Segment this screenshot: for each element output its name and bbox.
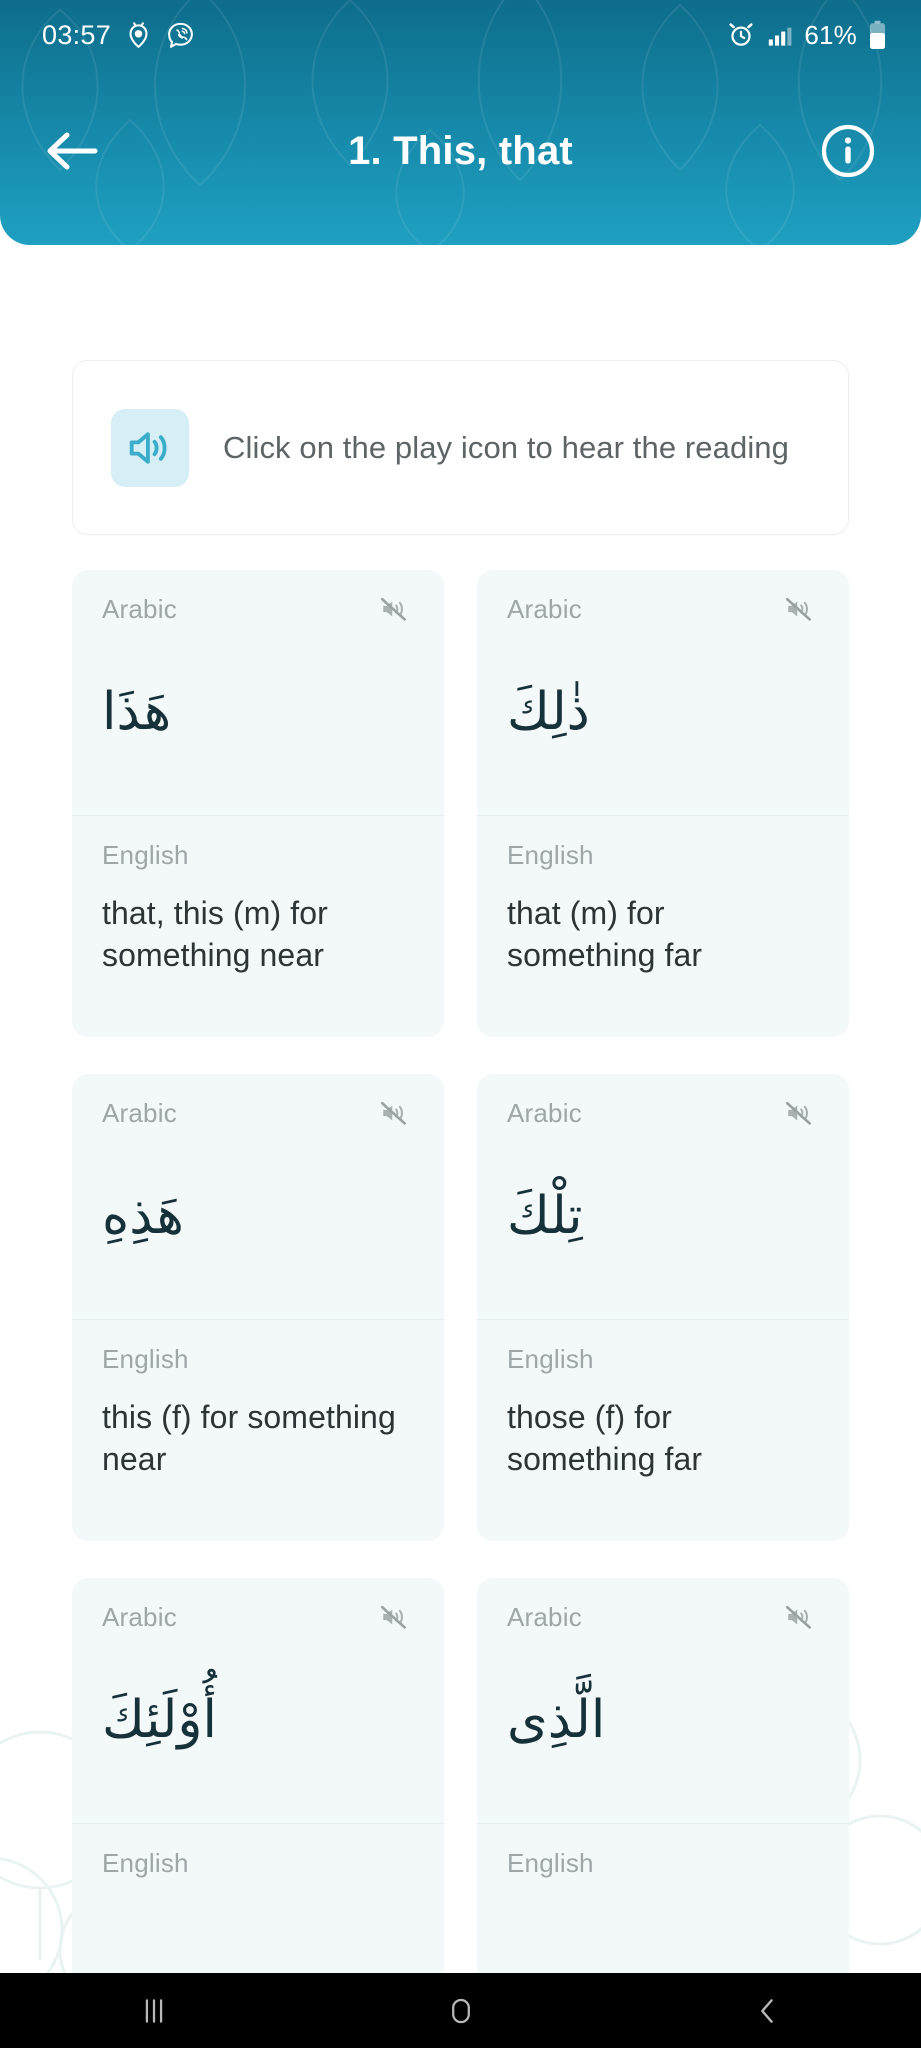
- speaker-muted-icon: [380, 597, 406, 621]
- english-word: this (f) for something near: [102, 1399, 396, 1477]
- card-arabic-header: Arabic: [507, 596, 819, 626]
- signal-bars-icon: [769, 27, 792, 46]
- alarm-clock-icon: [729, 23, 753, 46]
- arabic-word: الَّذِى: [507, 1690, 606, 1750]
- english-word: that, this (m) for something near: [102, 895, 328, 973]
- back-button[interactable]: [42, 120, 104, 182]
- hint-text: Click on the play icon to hear the readi…: [223, 429, 789, 465]
- word-card[interactable]: Arabic تِلْكَ English those (f) for some…: [477, 1074, 849, 1541]
- arabic-label: Arabic: [507, 594, 582, 624]
- app-bar: 1. This, that: [0, 105, 921, 197]
- back-button-nav[interactable]: [708, 1973, 828, 2048]
- card-english-section: English this (f) for something near: [72, 1319, 444, 1541]
- battery-percent-label: 61%: [804, 20, 857, 50]
- arabic-label: Arabic: [102, 1602, 177, 1632]
- arabic-label: Arabic: [102, 1098, 177, 1128]
- speaker-muted-icon: [380, 1101, 406, 1125]
- english-label: English: [102, 1848, 189, 1878]
- arrow-left-icon: [47, 132, 98, 170]
- back-chevron-icon: [760, 1998, 773, 2023]
- page-title: 1. This, that: [348, 129, 573, 173]
- word-card[interactable]: Arabic أُوْلَئِكَ English: [72, 1578, 444, 1973]
- word-card-grid: Arabic هَذَا English that, this (m) for …: [72, 570, 849, 1973]
- english-word: that (m) for something far: [507, 895, 703, 973]
- english-label: English: [102, 840, 189, 870]
- info-circle-icon: [821, 124, 875, 178]
- card-english-section: English that, this (m) for something nea…: [72, 815, 444, 1037]
- android-nav-bar: [0, 1973, 921, 2048]
- status-bar-left: 03:57: [42, 21, 195, 50]
- card-english-section: English those (f) for something far: [477, 1319, 849, 1541]
- arabic-word: أُوْلَئِكَ: [102, 1690, 217, 1750]
- card-english-section: English: [477, 1823, 849, 1973]
- card-english-section: English that (m) for something far: [477, 815, 849, 1037]
- speaker-muted-icon: [785, 1101, 811, 1125]
- app-root: 03:57 61% 1. This, that Click on the pla…: [0, 0, 921, 2048]
- card-arabic-header: Arabic: [507, 1604, 819, 1634]
- mute-toggle-button[interactable]: [374, 1096, 414, 1130]
- arabic-word: هَذِهِ: [102, 1186, 184, 1246]
- scroll-content[interactable]: Click on the play icon to hear the readi…: [0, 245, 921, 1973]
- word-card[interactable]: Arabic ذٰلِكَ English that (m) for somet…: [477, 570, 849, 1037]
- speaker-on-icon: [129, 431, 167, 464]
- home-button[interactable]: [401, 1973, 521, 2048]
- card-arabic-section: Arabic تِلْكَ: [477, 1074, 849, 1319]
- viber-call-icon: [168, 22, 193, 48]
- arabic-label: Arabic: [507, 1098, 582, 1128]
- english-label: English: [102, 1344, 189, 1374]
- status-bar: 03:57 61%: [0, 0, 921, 70]
- card-arabic-header: Arabic: [102, 596, 414, 626]
- english-label: English: [507, 1344, 594, 1374]
- speaker-muted-icon: [380, 1605, 406, 1629]
- card-arabic-section: Arabic ذٰلِكَ: [477, 570, 849, 815]
- word-card[interactable]: Arabic الَّذِى English: [477, 1578, 849, 1973]
- mute-toggle-button[interactable]: [374, 592, 414, 626]
- recents-button[interactable]: [94, 1973, 214, 2048]
- card-arabic-section: Arabic أُوْلَئِكَ: [72, 1578, 444, 1823]
- arabic-label: Arabic: [507, 1602, 582, 1632]
- arabic-word: هَذَا: [102, 682, 172, 742]
- hint-icon-container: [111, 408, 189, 487]
- app-header: 03:57 61% 1. This, that: [0, 0, 921, 245]
- english-word: those (f) for something far: [507, 1399, 703, 1477]
- card-arabic-header: Arabic: [102, 1100, 414, 1130]
- arabic-word: ذٰلِكَ: [507, 682, 590, 742]
- status-bar-right: 61%: [727, 20, 887, 50]
- recents-bars-icon: [145, 1998, 162, 2023]
- card-arabic-section: Arabic هَذِهِ: [72, 1074, 444, 1319]
- card-arabic-header: Arabic: [102, 1604, 414, 1634]
- speaker-muted-icon: [785, 1605, 811, 1629]
- hint-banner: Click on the play icon to hear the readi…: [72, 360, 849, 535]
- word-card[interactable]: Arabic هَذِهِ English this (f) for somet…: [72, 1074, 444, 1541]
- card-arabic-header: Arabic: [507, 1100, 819, 1130]
- word-card[interactable]: Arabic هَذَا English that, this (m) for …: [72, 570, 444, 1037]
- mute-toggle-button[interactable]: [779, 1600, 819, 1634]
- info-button[interactable]: [817, 120, 879, 182]
- card-arabic-section: Arabic الَّذِى: [477, 1578, 849, 1823]
- english-label: English: [507, 840, 594, 870]
- arabic-label: Arabic: [102, 594, 177, 624]
- arabic-word: تِلْكَ: [507, 1186, 583, 1246]
- battery-icon: [870, 20, 885, 49]
- home-circle-icon: [451, 1998, 470, 2023]
- status-time: 03:57: [42, 19, 112, 50]
- speaker-muted-icon: [785, 597, 811, 621]
- mute-toggle-button[interactable]: [374, 1600, 414, 1634]
- alarm-timer-icon: [129, 21, 148, 48]
- mute-toggle-button[interactable]: [779, 1096, 819, 1130]
- card-english-section: English: [72, 1823, 444, 1973]
- mute-toggle-button[interactable]: [779, 592, 819, 626]
- english-label: English: [507, 1848, 594, 1878]
- card-arabic-section: Arabic هَذَا: [72, 570, 444, 815]
